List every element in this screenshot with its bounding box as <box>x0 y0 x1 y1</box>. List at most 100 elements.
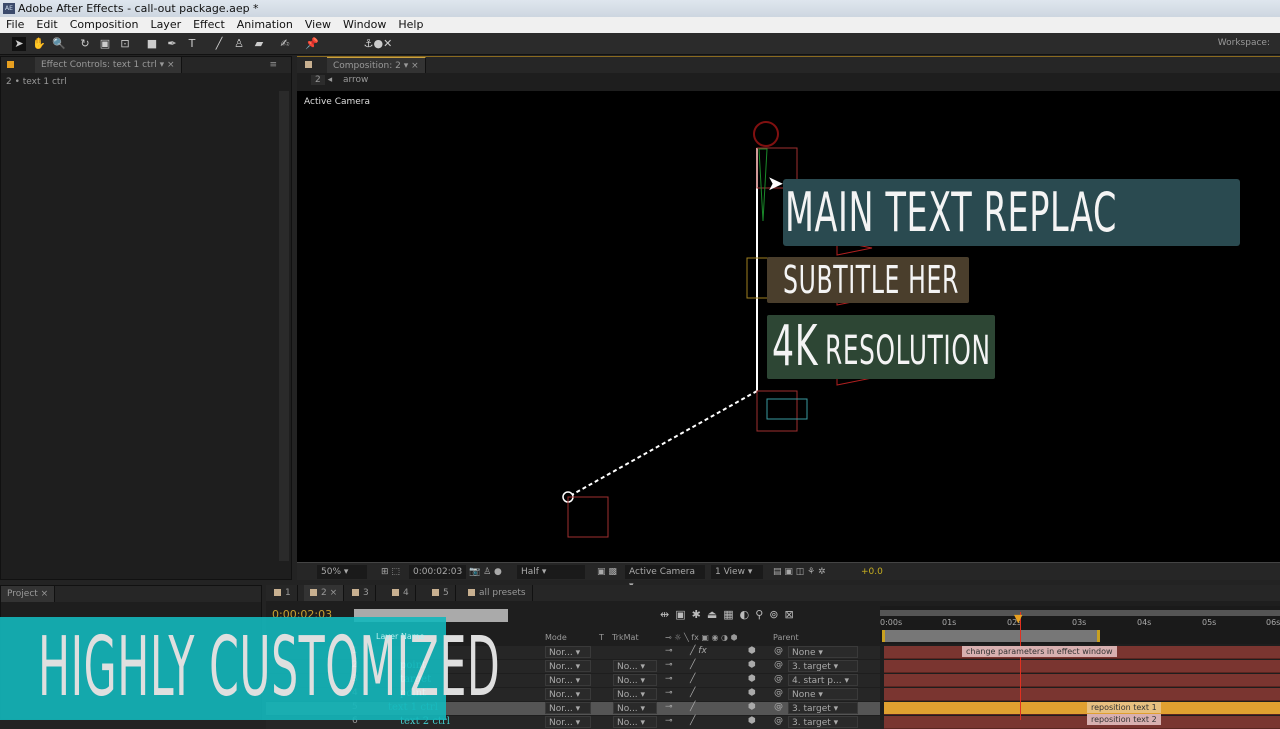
layer-duration-bar[interactable] <box>884 716 1280 729</box>
quality-switch[interactable]: ╱ fx <box>690 646 707 656</box>
tab-comp-5[interactable]: 5 <box>426 585 456 601</box>
menu-file[interactable]: File <box>6 17 24 33</box>
menu-window[interactable]: Window <box>343 17 386 33</box>
type-tool-icon[interactable]: T <box>185 37 199 51</box>
parent-dropdown[interactable]: 3. target ▾ <box>788 660 858 672</box>
quality-switch[interactable]: ╱ <box>690 702 695 712</box>
view-options-icon[interactable]: ▤ ▣ ◫ ⚘ ✲ <box>769 565 830 579</box>
breadcrumb-comp[interactable]: 2 <box>311 75 325 85</box>
trkmat-dropdown[interactable]: No... ▾ <box>613 716 657 728</box>
3d-layer-icon[interactable]: ⬢ <box>748 674 756 684</box>
hand-tool-icon[interactable]: ✋ <box>32 37 46 51</box>
menu-composition[interactable]: Composition <box>70 17 139 33</box>
parent-dropdown[interactable]: 4. start p... ▾ <box>788 674 858 686</box>
parent-dropdown[interactable]: 3. target ▾ <box>788 716 858 728</box>
quality-switch[interactable]: ╱ <box>690 688 695 698</box>
menu-view[interactable]: View <box>305 17 331 33</box>
3d-layer-icon[interactable]: ⬢ <box>748 716 756 726</box>
pickwhip-icon[interactable]: @ <box>774 674 783 684</box>
shy-switch[interactable]: ⊸ <box>665 716 673 726</box>
shy-switch[interactable]: ⊸ <box>665 660 673 670</box>
layer-duration-bar[interactable] <box>884 674 1280 687</box>
clone-stamp-tool-icon[interactable]: ♙ <box>232 37 246 51</box>
tab-composition[interactable]: Composition: 2 ▾ × <box>327 57 426 73</box>
tab-comp-1[interactable]: 1 <box>268 585 298 601</box>
tab-all-presets[interactable]: all presets <box>462 585 533 601</box>
magnification-dropdown[interactable]: 50% ▾ <box>317 565 367 579</box>
pen-tool-icon[interactable]: ✒ <box>165 37 179 51</box>
resolution-dropdown[interactable]: Half ▾ <box>517 565 585 579</box>
mode-dropdown[interactable]: Nor... ▾ <box>545 646 591 658</box>
axis-mode-icon[interactable]: ⚓●✕ <box>358 37 398 51</box>
mode-dropdown[interactable]: Nor... ▾ <box>545 688 591 700</box>
exposure-value[interactable]: +0.0 <box>857 565 887 579</box>
timeline-switches-icons[interactable]: ⇹▣✱⏏▦◐⚲⊚⊠ <box>660 608 800 621</box>
mode-dropdown[interactable]: Nor... ▾ <box>545 716 591 728</box>
resolution-bar[interactable]: 4K RESOLUTION <box>767 315 995 379</box>
pan-behind-tool-icon[interactable]: ⊡ <box>118 37 132 51</box>
trkmat-dropdown[interactable]: No... ▾ <box>613 674 657 686</box>
parent-dropdown[interactable]: None ▾ <box>788 688 858 700</box>
eraser-tool-icon[interactable]: ▰ <box>252 37 266 51</box>
quality-switch[interactable]: ╱ <box>690 660 695 670</box>
mode-dropdown[interactable]: Nor... ▾ <box>545 702 591 714</box>
quality-switch[interactable]: ╱ <box>690 716 695 726</box>
current-time-indicator[interactable] <box>1020 612 1021 720</box>
3d-layer-icon[interactable]: ⬢ <box>748 702 756 712</box>
breadcrumb-layer[interactable]: arrow <box>343 75 368 85</box>
parent-dropdown[interactable]: 3. target ▾ <box>788 702 858 714</box>
trkmat-dropdown[interactable]: No... ▾ <box>613 688 657 700</box>
camera-tool-icon[interactable]: ▣ <box>98 37 112 51</box>
time-ruler[interactable]: 0:00s 01s 02s 03s 04s 05s 06s <box>880 606 1280 644</box>
snapshot-icon[interactable]: 📷 ♙ ● <box>465 565 506 579</box>
scrollbar[interactable] <box>279 91 289 561</box>
camera-dropdown[interactable]: Active Camera ▾ <box>625 565 705 591</box>
pickwhip-icon[interactable]: @ <box>774 660 783 670</box>
tab-comp-4[interactable]: 4 <box>386 585 416 601</box>
rotate-tool-icon[interactable]: ↻ <box>78 37 92 51</box>
mode-dropdown[interactable]: Nor... ▾ <box>545 660 591 672</box>
workspace-label[interactable]: Workspace: <box>1218 38 1270 48</box>
trkmat-dropdown[interactable]: No... ▾ <box>613 702 657 714</box>
views-dropdown[interactable]: 1 View ▾ <box>711 565 763 579</box>
composition-viewer[interactable]: Active Camera MAIN TEXT REPLAC SUBTITLE … <box>297 91 1280 562</box>
menu-layer[interactable]: Layer <box>150 17 181 33</box>
parent-dropdown[interactable]: None ▾ <box>788 646 858 658</box>
menu-effect[interactable]: Effect <box>193 17 225 33</box>
pickwhip-icon[interactable]: @ <box>774 646 783 656</box>
tab-project[interactable]: Project × <box>1 586 56 602</box>
mode-dropdown[interactable]: Nor... ▾ <box>545 674 591 686</box>
menu-help[interactable]: Help <box>398 17 423 33</box>
work-area-bar[interactable] <box>882 630 1100 642</box>
selection-tool-icon[interactable]: ➤ <box>12 37 26 51</box>
grid-icon[interactable]: ⊞ ⬚ <box>377 565 404 579</box>
rectangle-tool-icon[interactable]: ■ <box>145 37 159 51</box>
panel-menu-icon[interactable]: ≡ <box>269 57 277 73</box>
shy-switch[interactable]: ⊸ <box>665 688 673 698</box>
pickwhip-icon[interactable]: @ <box>774 702 783 712</box>
subtitle-bar[interactable]: SUBTITLE HER <box>767 257 969 303</box>
shy-switch[interactable]: ⊸ <box>665 702 673 712</box>
quality-switch[interactable]: ╱ <box>690 674 695 684</box>
3d-layer-icon[interactable]: ⬢ <box>748 688 756 698</box>
menu-animation[interactable]: Animation <box>237 17 293 33</box>
main-text-bar[interactable]: MAIN TEXT REPLAC <box>783 179 1240 246</box>
shy-switch[interactable]: ⊸ <box>665 646 673 656</box>
menu-edit[interactable]: Edit <box>36 17 57 33</box>
shy-switch[interactable]: ⊸ <box>665 674 673 684</box>
roto-brush-tool-icon[interactable]: ✍ <box>278 37 292 51</box>
brush-tool-icon[interactable]: ╱ <box>212 37 226 51</box>
target-null-handle[interactable] <box>753 121 779 147</box>
marker-comment[interactable]: change parameters in effect window <box>962 646 1117 657</box>
puppet-pin-tool-icon[interactable]: 📌 <box>305 37 319 51</box>
tab-comp-2[interactable]: 2 × <box>304 585 345 601</box>
tab-effect-controls[interactable]: Effect Controls: text 1 ctrl ▾ × <box>35 57 182 73</box>
zoom-tool-icon[interactable]: 🔍 <box>52 37 66 51</box>
layer-duration-bar[interactable] <box>884 660 1280 673</box>
trkmat-dropdown[interactable]: No... ▾ <box>613 660 657 672</box>
marker-comment[interactable]: reposition text 1 <box>1087 702 1161 713</box>
pickwhip-icon[interactable]: @ <box>774 688 783 698</box>
layer-duration-bar[interactable] <box>884 688 1280 701</box>
current-time[interactable]: 0:00:02:03 <box>409 565 467 579</box>
tab-comp-3[interactable]: 3 <box>346 585 376 601</box>
